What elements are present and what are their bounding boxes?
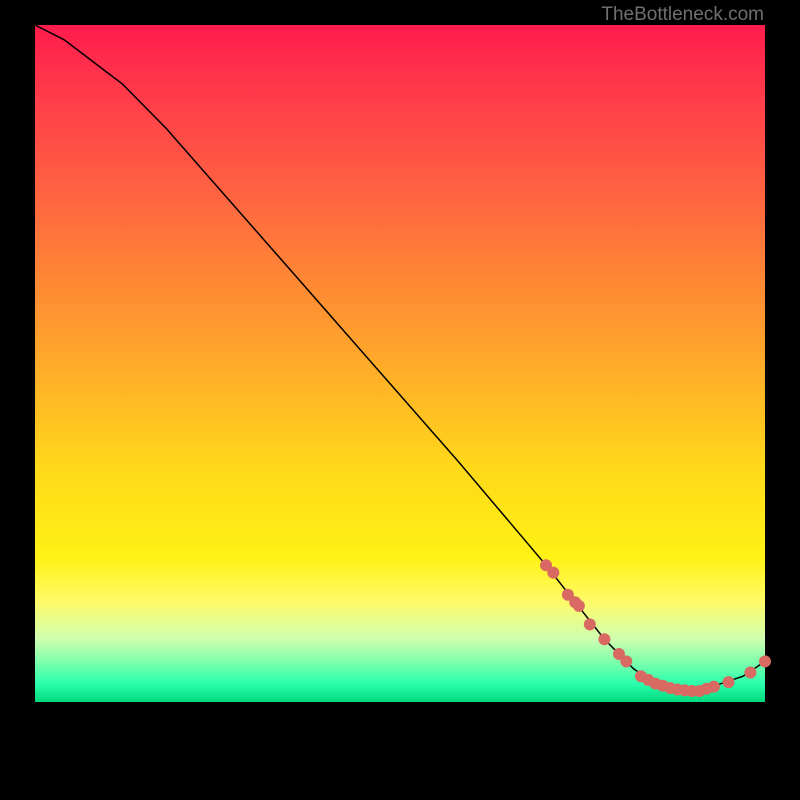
plot-gradient-background xyxy=(35,25,765,765)
chart-container: TheBottleneck.com xyxy=(0,0,800,800)
watermark-text: TheBottleneck.com xyxy=(601,4,764,26)
